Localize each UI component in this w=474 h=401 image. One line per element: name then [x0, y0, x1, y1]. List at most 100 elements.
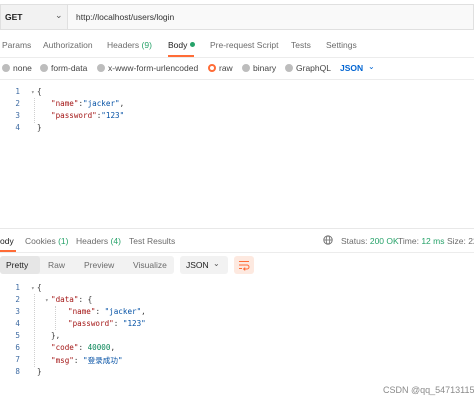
tab-headers[interactable]: Headers (9): [107, 40, 152, 50]
code-line: "password":"123": [51, 111, 124, 120]
response-tab-headers-count: (4): [110, 236, 121, 246]
radio-selected-icon: [208, 64, 216, 72]
indent-guide: [55, 306, 56, 330]
json-value: "123": [101, 111, 125, 120]
json-sep: ,: [110, 343, 116, 352]
json-sep: :: [78, 343, 88, 352]
radio-binary-label: binary: [253, 63, 277, 73]
response-format-label: JSON: [186, 260, 209, 270]
request-body-editor[interactable]: 1 2 3 4 ▾ { "name":"jacker", "password":…: [0, 87, 474, 137]
tab-pre-request-script[interactable]: Pre-request Script: [210, 40, 279, 50]
tab-headers-count: (9): [141, 40, 152, 50]
json-value: "jacker": [104, 307, 142, 316]
line-number: 1: [15, 87, 20, 96]
line-number: 7: [15, 355, 20, 364]
code-brace: },: [51, 331, 61, 340]
method-select[interactable]: GET ⌄: [0, 4, 68, 30]
view-pretty-button[interactable]: Pretty: [6, 260, 28, 270]
body-indicator-dot: [190, 42, 196, 47]
json-key: "password": [51, 111, 97, 120]
watermark: CSDN @qq_54713115: [383, 385, 474, 395]
tab-body[interactable]: Body: [168, 40, 196, 50]
time-readout: Time: 12 ms: [398, 236, 444, 246]
json-key: "name": [68, 307, 96, 316]
radio-none-label: none: [13, 63, 32, 73]
json-value: "登录成功": [83, 356, 123, 365]
time-value: 12 ms: [421, 236, 445, 246]
line-number: 2: [15, 295, 20, 304]
response-tab-test-results[interactable]: Test Results: [129, 236, 175, 246]
json-key: "code": [51, 343, 79, 352]
view-raw-button[interactable]: Raw: [48, 260, 65, 270]
json-sep: :: [95, 307, 105, 316]
line-number: 4: [15, 319, 20, 328]
json-sep: :: [113, 319, 123, 328]
line-number: 2: [15, 99, 20, 108]
code-line: "password": "123": [68, 319, 146, 328]
json-sep: : {: [78, 295, 93, 304]
radio-icon: [40, 64, 48, 72]
line-number: 6: [15, 343, 20, 352]
line-number: 1: [15, 283, 20, 292]
code-line: "data": {: [51, 295, 92, 304]
response-body-viewer[interactable]: 1 2 3 4 5 6 7 8 ▾ { ▾ "data": { "name": …: [0, 283, 474, 378]
fold-arrow-icon: ▾: [31, 89, 35, 96]
code-line: "name": "jacker",: [68, 307, 146, 316]
divider: [0, 228, 474, 229]
tab-authorization[interactable]: Authorization: [43, 40, 93, 50]
size-readout: Size: 22: [447, 236, 474, 246]
json-sep: ,: [119, 99, 125, 108]
code-brace: }: [37, 367, 42, 376]
code-brace: {: [37, 283, 42, 292]
url-text: http://localhost/users/login: [76, 12, 175, 22]
url-input[interactable]: http://localhost/users/login: [68, 4, 474, 30]
divider: [0, 79, 474, 80]
indent-guide: [34, 294, 35, 367]
radio-graphql[interactable]: GraphQL: [285, 63, 331, 73]
line-number: 3: [15, 111, 20, 120]
json-sep: :: [73, 356, 84, 365]
chevron-down-icon: ⌄: [55, 10, 63, 20]
fold-arrow-icon: ▾: [45, 297, 49, 304]
chevron-down-icon: ⌄: [368, 62, 375, 71]
status-value: 200 OK: [369, 236, 399, 246]
tab-headers-label: Headers: [107, 40, 140, 50]
code-brace: }: [37, 123, 42, 132]
view-preview-button[interactable]: Preview: [84, 260, 114, 270]
radio-raw[interactable]: raw: [208, 63, 233, 73]
radio-raw-label: raw: [219, 63, 233, 73]
code-line: "msg": "登录成功": [51, 355, 123, 366]
response-tab-headers-label: Headers: [76, 236, 109, 246]
json-sep: ,: [141, 307, 146, 316]
radio-icon: [242, 64, 250, 72]
radio-icon: [2, 64, 10, 72]
code-brace: {: [37, 87, 42, 96]
radio-graphql-label: GraphQL: [296, 63, 331, 73]
radio-urlencoded[interactable]: x-www-form-urlencoded: [97, 63, 198, 73]
method-label: GET: [5, 12, 23, 22]
tab-tests[interactable]: Tests: [291, 40, 311, 50]
line-number: 5: [15, 331, 20, 340]
tab-settings[interactable]: Settings: [326, 40, 357, 50]
code-line: "name":"jacker",: [51, 99, 124, 108]
code-line: "code": 40000,: [51, 343, 115, 352]
time-label: Time:: [398, 236, 419, 246]
divider: [0, 252, 474, 253]
tab-params[interactable]: Params: [2, 40, 31, 50]
radio-icon: [97, 64, 105, 72]
radio-form-data-label: form-data: [51, 63, 88, 73]
json-key: "name": [51, 99, 79, 108]
json-value: "123": [122, 319, 146, 328]
response-tab-headers[interactable]: Headers (4): [76, 236, 121, 246]
radio-none[interactable]: none: [2, 63, 32, 73]
response-tab-cookies[interactable]: Cookies (1): [25, 236, 68, 246]
divider: [0, 57, 474, 58]
globe-icon[interactable]: [323, 235, 333, 245]
json-key: "msg": [51, 356, 74, 365]
radio-binary[interactable]: binary: [242, 63, 276, 73]
view-visualize-button[interactable]: Visualize: [133, 260, 167, 270]
chevron-down-icon: ⌄: [213, 259, 220, 268]
response-tab-body[interactable]: ody: [0, 236, 14, 246]
radio-form-data[interactable]: form-data: [40, 63, 87, 73]
language-select[interactable]: JSON: [340, 63, 363, 73]
